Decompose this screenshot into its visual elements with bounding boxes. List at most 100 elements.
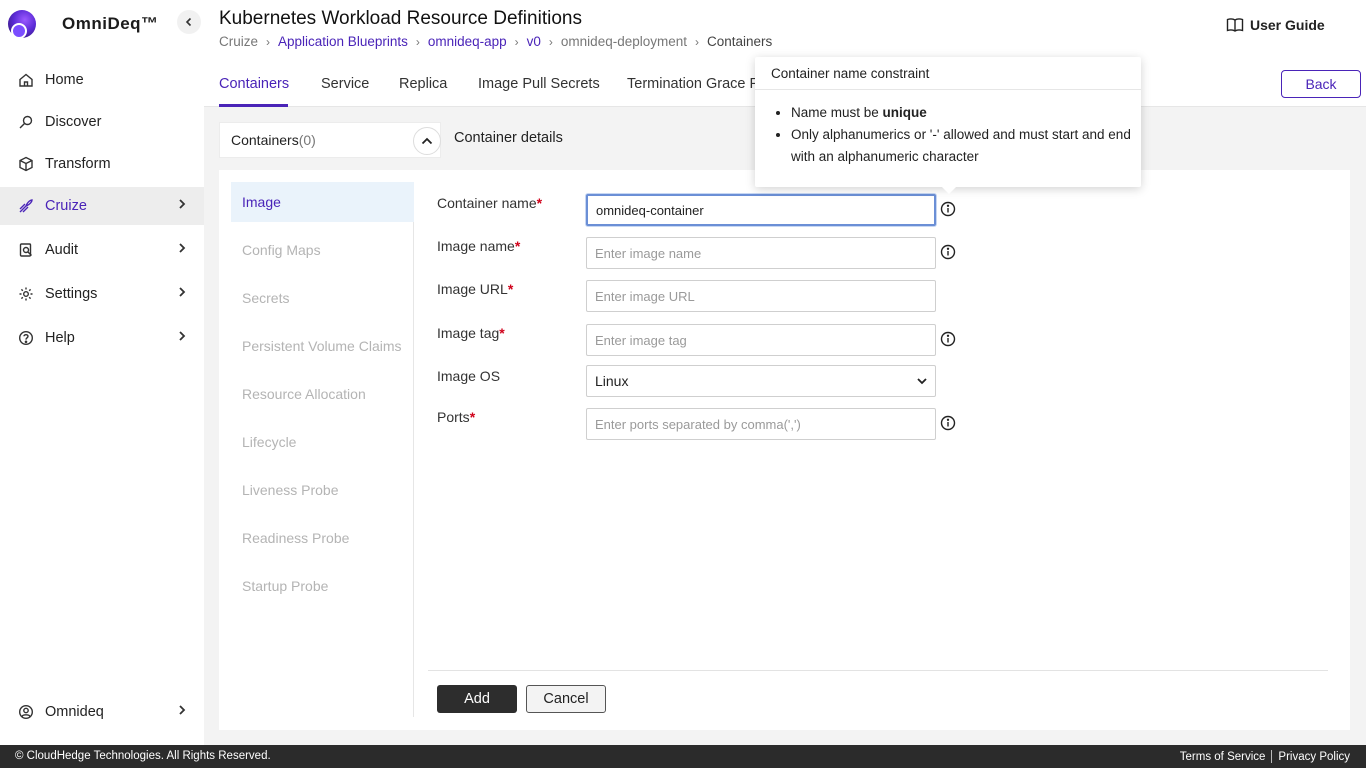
chevron-right-icon (178, 330, 186, 344)
ports-input[interactable] (586, 408, 936, 440)
required-mark: * (536, 195, 543, 211)
image-os-value: Linux (595, 373, 629, 389)
chevron-down-icon (917, 378, 927, 385)
add-button[interactable]: Add (437, 685, 517, 713)
image-tag-input[interactable] (586, 324, 936, 356)
nav-item-label: Cruize (45, 198, 87, 214)
nav-item-discover[interactable]: Discover (0, 103, 204, 141)
image-url-input[interactable] (586, 280, 936, 312)
nav-item-settings[interactable]: Settings (0, 275, 204, 313)
collapse-sidebar-button[interactable] (177, 10, 201, 34)
sidebar: OmniDeq™ Home Discover Transform Cruize (0, 0, 204, 745)
ports-label: Ports* (437, 409, 475, 425)
breadcrumb-current: Containers (707, 34, 773, 49)
page-title: Kubernetes Workload Resource Definitions (219, 8, 582, 29)
cube-icon (17, 155, 35, 173)
nav-item-home[interactable]: Home (0, 61, 204, 99)
container-form-card: Image Config Maps Secrets Persistent Vol… (219, 170, 1350, 730)
image-name-input[interactable] (586, 237, 936, 269)
user-avatar-icon (17, 703, 35, 721)
label-text: Ports (437, 409, 470, 425)
menu-item-resource-allocation[interactable]: Resource Allocation (231, 374, 414, 414)
nav-item-help[interactable]: Help (0, 319, 204, 357)
menu-item-startup-probe[interactable]: Startup Probe (231, 566, 414, 606)
label-text: Image name (437, 238, 515, 254)
nav-item-cruize[interactable]: Cruize (0, 187, 204, 225)
menu-item-secrets[interactable]: Secrets (231, 278, 414, 318)
help-icon (17, 329, 35, 347)
chevron-left-icon (185, 17, 192, 27)
tooltip-rules: Name must be unique Only alphanumerics o… (791, 102, 1131, 168)
nav-item-transform[interactable]: Transform (0, 145, 204, 183)
image-os-select[interactable]: Linux (586, 365, 936, 397)
nav-item-label: Transform (45, 156, 111, 172)
user-guide-link[interactable]: User Guide (1226, 17, 1325, 33)
copyright: © CloudHedge Technologies. All Rights Re… (15, 750, 271, 762)
tooltip-arrow (942, 187, 956, 194)
logo-row: OmniDeq™ (0, 0, 204, 50)
menu-item-readiness-probe[interactable]: Readiness Probe (231, 518, 414, 558)
breadcrumb-link[interactable]: omnideq-app (428, 34, 507, 49)
nav-item-label: Home (45, 72, 84, 88)
tab-termination-grace-period[interactable]: Termination Grace P (627, 76, 759, 92)
chevron-right-icon: › (514, 34, 519, 49)
chevron-right-icon (178, 704, 186, 718)
breadcrumb-item: Cruize (219, 34, 259, 49)
chevron-right-icon (178, 286, 186, 300)
container-details-title: Container details (454, 130, 563, 146)
nav-item-audit[interactable]: Audit (0, 231, 204, 269)
tooltip-rule: Name must be unique (791, 102, 1131, 124)
cruize-icon (17, 197, 35, 215)
image-url-label: Image URL* (437, 281, 513, 297)
footer-separator (1271, 750, 1273, 763)
containers-list-header: Containers(0) (219, 122, 441, 158)
discover-icon (17, 113, 35, 131)
label-text: Container name (437, 195, 537, 211)
chevron-right-icon: › (415, 34, 420, 49)
menu-item-config-maps[interactable]: Config Maps (231, 230, 414, 270)
menu-item-lifecycle[interactable]: Lifecycle (231, 422, 414, 462)
footer-links: Terms of Service Privacy Policy (1180, 750, 1350, 763)
chevron-up-icon (421, 137, 433, 145)
container-name-input[interactable] (586, 194, 936, 226)
info-icon[interactable] (939, 330, 957, 348)
book-icon (1226, 18, 1244, 32)
label-text: Image tag (437, 325, 500, 341)
tab-service[interactable]: Service (321, 76, 369, 92)
tab-containers[interactable]: Containers (219, 76, 289, 92)
container-name-label: Container name* (437, 195, 542, 211)
chevron-right-icon: › (266, 34, 271, 49)
chevron-right-icon (178, 242, 186, 256)
rule-text: Name must be (791, 105, 883, 120)
image-name-label: Image name* (437, 238, 520, 254)
info-icon[interactable] (939, 414, 957, 432)
nav-item-label: Discover (45, 114, 102, 130)
user-menu[interactable]: Omnideq (0, 693, 204, 731)
chevron-right-icon: › (548, 34, 553, 49)
menu-item-liveness-probe[interactable]: Liveness Probe (231, 470, 414, 510)
breadcrumb-link[interactable]: v0 (527, 34, 541, 49)
rule-emphasis: unique (882, 105, 927, 120)
required-mark: * (514, 238, 521, 254)
container-name-tooltip: Container name constraint Name must be u… (755, 57, 1141, 194)
privacy-link[interactable]: Privacy Policy (1278, 751, 1350, 763)
menu-item-persistent-volume-claims[interactable]: Persistent Volume Claims (231, 326, 414, 366)
menu-item-image[interactable]: Image (231, 182, 414, 222)
image-tag-label: Image tag* (437, 325, 505, 341)
info-icon[interactable] (939, 200, 957, 218)
gear-icon (17, 285, 35, 303)
nav-item-label: Help (45, 330, 75, 346)
tab-image-pull-secrets[interactable]: Image Pull Secrets (478, 76, 600, 92)
terms-link[interactable]: Terms of Service (1180, 751, 1266, 763)
breadcrumb-link[interactable]: Application Blueprints (278, 34, 408, 49)
info-icon[interactable] (939, 243, 957, 261)
tab-replica[interactable]: Replica (399, 76, 447, 92)
user-name: Omnideq (45, 704, 104, 720)
tooltip-rule: Only alphanumerics or '-' allowed and mu… (791, 124, 1131, 168)
cancel-button[interactable]: Cancel (526, 685, 606, 713)
tooltip-title: Container name constraint (771, 66, 930, 81)
chevron-right-icon: › (695, 34, 699, 49)
back-button[interactable]: Back (1281, 70, 1361, 98)
home-icon (17, 71, 35, 89)
collapse-containers-button[interactable] (413, 127, 441, 155)
